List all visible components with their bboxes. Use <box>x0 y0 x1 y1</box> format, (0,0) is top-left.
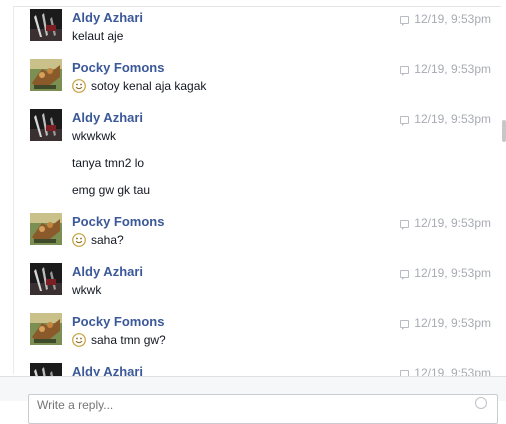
timestamp: 12/19, 9:53pm <box>400 62 491 76</box>
sender-name[interactable]: Pocky Fomons <box>72 314 164 329</box>
composer-area <box>0 376 506 424</box>
timestamp: 12/19, 9:53pm <box>400 366 491 376</box>
emoji-icon[interactable] <box>475 397 487 409</box>
reply-input[interactable] <box>35 397 459 413</box>
pocky-avatar[interactable] <box>30 213 62 245</box>
timestamp-text: 12/19, 9:53pm <box>414 266 491 280</box>
chat-window: Aldy Azhari 12/19, 9:53pm kelaut aje Pocky … <box>0 0 506 424</box>
timestamp: 12/19, 9:53pm <box>400 216 491 230</box>
message-line: tanya tmn2 lo <box>72 156 145 170</box>
timestamp: 12/19, 9:53pm <box>400 316 491 330</box>
chat-bubble-icon <box>400 270 410 280</box>
message-line: saha tmn gw? <box>91 333 166 347</box>
message-line: sotoy kenal aja kagak <box>91 79 207 93</box>
reply-box[interactable] <box>28 394 498 424</box>
message-text: sotoy kenal aja kagak <box>72 79 206 93</box>
chat-bubble-icon <box>400 66 410 76</box>
timestamp: 12/19, 9:53pm <box>400 266 491 280</box>
timestamp-text: 12/19, 9:53pm <box>414 12 491 26</box>
smiley-emoticon-icon <box>72 333 86 347</box>
message-line: kelaut aje <box>72 29 124 43</box>
pocky-avatar[interactable] <box>30 59 62 91</box>
aldy-avatar[interactable] <box>30 263 62 295</box>
aldy-avatar[interactable] <box>30 109 62 141</box>
timestamp-text: 12/19, 9:53pm <box>414 366 491 376</box>
chat-bubble-icon <box>400 320 410 330</box>
message-text: saha tmn gw? <box>72 333 166 347</box>
timestamp: 12/19, 9:53pm <box>400 12 491 26</box>
smiley-emoticon-icon <box>72 79 86 93</box>
smiley-emoticon-icon <box>72 233 86 247</box>
aldy-avatar[interactable] <box>30 363 62 376</box>
chat-bubble-icon <box>400 16 410 26</box>
message-thread[interactable]: Aldy Azhari 12/19, 9:53pm kelaut aje Pocky … <box>0 0 506 376</box>
sender-name[interactable]: Pocky Fomons <box>72 60 164 75</box>
aldy-avatar[interactable] <box>30 9 62 41</box>
message-text: saha? <box>72 233 124 247</box>
sender-name[interactable]: Pocky Fomons <box>72 214 164 229</box>
sender-name[interactable]: Aldy Azhari <box>72 110 143 125</box>
message-line: saha? <box>91 233 124 247</box>
timestamp: 12/19, 9:53pm <box>400 112 491 126</box>
timestamp-text: 12/19, 9:53pm <box>414 62 491 76</box>
chat-bubble-icon <box>400 220 410 230</box>
scrollbar-track[interactable] <box>501 6 506 372</box>
message-text: kelaut aje <box>72 29 123 43</box>
message-text: wkwkwk <box>72 129 116 143</box>
message-line: emg gw gk tau <box>72 183 151 197</box>
sender-name[interactable]: Aldy Azhari <box>72 264 143 279</box>
message-text: tanya tmn2 lo <box>72 156 144 170</box>
timestamp-text: 12/19, 9:53pm <box>414 112 491 126</box>
timestamp-text: 12/19, 9:53pm <box>414 216 491 230</box>
chat-bubble-icon <box>400 116 410 126</box>
message-line: wkwkwk <box>72 129 116 143</box>
message-text: emg gw gk tau <box>72 183 150 197</box>
scrollbar-thumb[interactable] <box>502 120 506 142</box>
message-text: wkwk <box>72 283 101 297</box>
pocky-avatar[interactable] <box>30 313 62 345</box>
sender-name[interactable]: Aldy Azhari <box>72 10 143 25</box>
message-line: wkwk <box>72 283 102 297</box>
timestamp-text: 12/19, 9:53pm <box>414 316 491 330</box>
sender-name[interactable]: Aldy Azhari <box>72 364 143 376</box>
